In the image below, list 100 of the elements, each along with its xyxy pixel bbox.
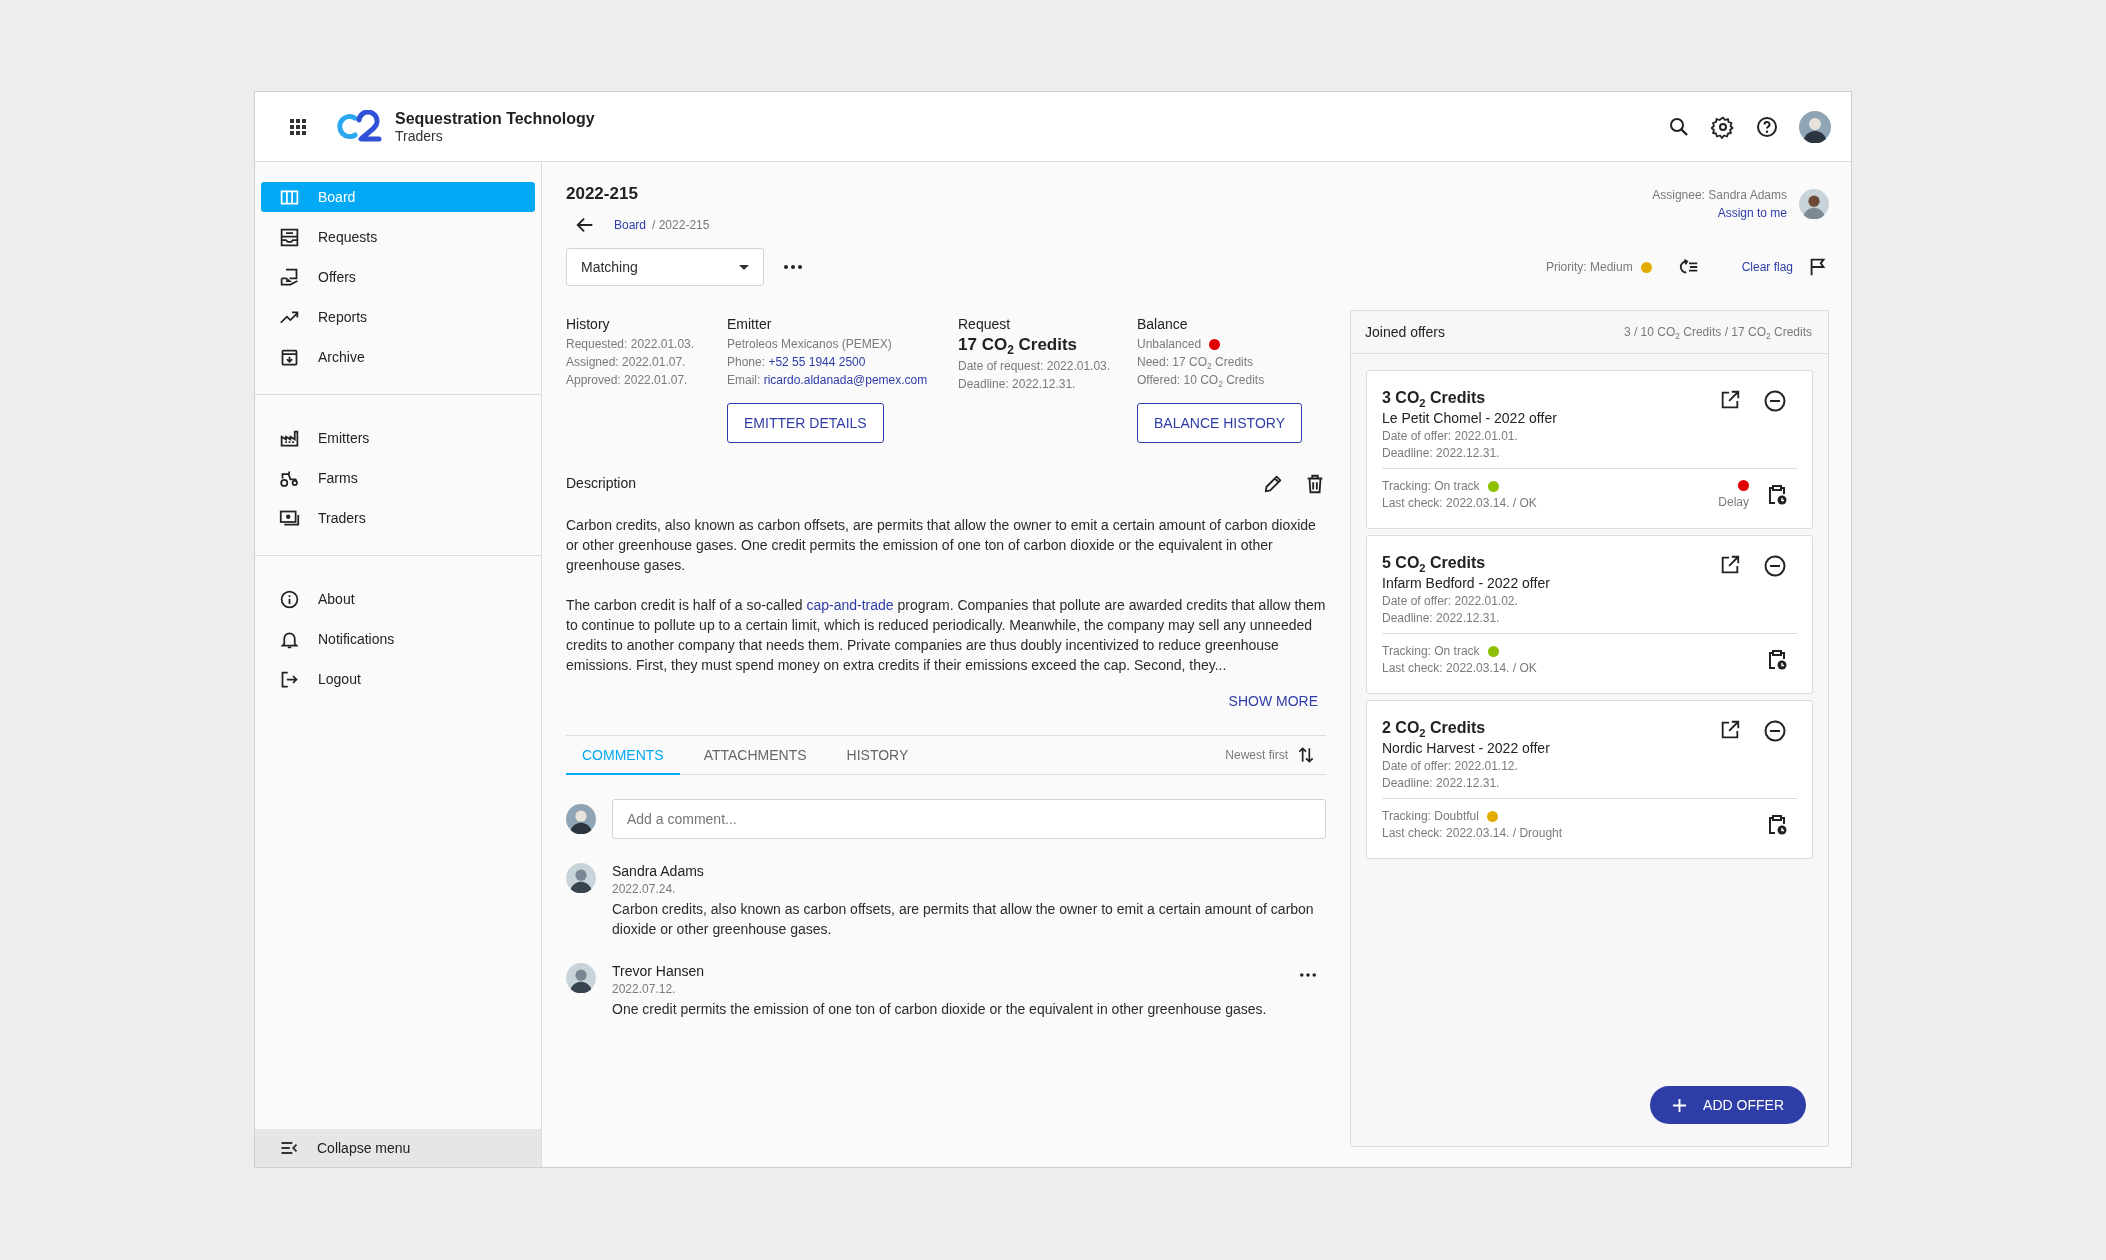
- status-dropdown[interactable]: Matching: [566, 248, 764, 286]
- offer-name: Infarm Bedford - 2022 offer: [1382, 575, 1551, 591]
- nav-item[interactable]: About: [261, 584, 535, 614]
- offer-date: Date of offer: 2022.01.12.: [1382, 759, 1519, 773]
- nav-item[interactable]: Farms: [261, 463, 535, 493]
- cap-and-trade-link[interactable]: cap-and-trade: [806, 597, 894, 613]
- email-link[interactable]: ricardo.aldanada@pemex.com: [763, 373, 928, 387]
- history-line: Approved: 2022.01.07.: [566, 372, 689, 389]
- request-heading: Request: [958, 316, 1012, 332]
- clear-flag-link[interactable]: Clear flag: [1741, 260, 1793, 274]
- breadcrumb-link[interactable]: Board: [614, 218, 647, 232]
- emitter-company: Petroleos Mexicanos (PEMEX): [727, 336, 893, 353]
- nav-item[interactable]: Reports: [261, 302, 535, 332]
- info-icon: [279, 588, 300, 610]
- assignee-label: Assignee: Sandra Adams: [1652, 188, 1787, 202]
- settings-icon[interactable]: [1711, 114, 1735, 139]
- offer-date: Date of offer: 2022.01.01.: [1382, 429, 1519, 443]
- offer-date: Date of offer: 2022.01.02.: [1382, 594, 1519, 608]
- history-line: Requested: 2022.01.03.: [566, 336, 696, 353]
- panel-summary: 3 / 10 CO$_{2}$ Credits / 17 CO$_{2}$ Credits: [1623, 325, 1812, 339]
- history-line: Assigned: 2022.01.07.: [566, 354, 687, 371]
- delay-label: Delay: [1718, 495, 1749, 509]
- request-line: Date of request: 2022.01.03.: [958, 358, 1112, 375]
- logo-icon: [335, 109, 383, 144]
- email-line: Email: ricardo.aldanada@pemex.com: [727, 372, 929, 389]
- last-check: Last check: 2022.03.14. / OK: [1382, 496, 1538, 510]
- phone-link[interactable]: +52 55 1944 2500: [768, 355, 866, 369]
- collapse-menu-button[interactable]: Collapse menu: [255, 1129, 541, 1167]
- offer-deadline: Deadline: 2022.12.31.: [1382, 446, 1501, 460]
- nav-item[interactable]: Logout: [261, 664, 535, 694]
- tray-icon: [279, 226, 300, 248]
- comment-text: One credit permits the emission of one ton of carbon dioxide or the equivalent in other greenhouse gases.: [612, 1000, 1268, 1019]
- comment-author: Sandra Adams: [612, 863, 705, 879]
- balance-line: Offered: 10 CO$_{2}$ Credits: [1137, 372, 1266, 389]
- nav-item[interactable]: Notifications: [261, 624, 535, 654]
- nav-item[interactable]: Requests: [261, 222, 535, 252]
- hand-icon: [279, 266, 300, 288]
- edit-icon[interactable]: [1262, 473, 1284, 495]
- nav-item[interactable]: Emitters: [261, 423, 535, 453]
- open-external-icon[interactable]: [1719, 389, 1741, 411]
- commenter-avatar: [566, 863, 596, 893]
- comment-text: Carbon credits, also known as carbon offsets, are permits that allow the owner to emit a certain amount of carbon dioxide or other greenhouse gases.: [612, 900, 1315, 939]
- sort-label: Newest first: [1225, 748, 1288, 762]
- emitter-details-button[interactable]: EMITTER DETAILS: [727, 403, 884, 443]
- plus-icon: [1672, 1097, 1688, 1113]
- more-icon[interactable]: [784, 265, 802, 269]
- user-avatar: [566, 804, 596, 834]
- open-external-icon[interactable]: [1719, 719, 1741, 741]
- phone-line: Phone: +52 55 1944 2500: [727, 354, 867, 371]
- open-external-icon[interactable]: [1719, 554, 1741, 576]
- remove-icon[interactable]: [1763, 389, 1787, 413]
- tracking-status: Tracking: On track: [1382, 644, 1480, 658]
- offer-deadline: Deadline: 2022.12.31.: [1382, 611, 1501, 625]
- request-amount: 17 CO$_{2}$ Credits: [958, 335, 1079, 355]
- remove-icon[interactable]: [1763, 554, 1787, 578]
- tracking-status: Tracking: Doubtful: [1382, 809, 1479, 823]
- nav-item[interactable]: Offers: [261, 262, 535, 292]
- tracking-status: Tracking: On track: [1382, 479, 1480, 493]
- request-line: Deadline: 2022.12.31.: [958, 376, 1077, 393]
- priority-label: Priority: Medium: [1545, 260, 1633, 274]
- emitter-heading: Emitter: [727, 316, 773, 332]
- breadcrumb-current: / 2022-215: [652, 218, 710, 232]
- balance-heading: Balance: [1137, 316, 1189, 332]
- panel-title: Joined offers: [1365, 324, 1445, 340]
- user-avatar[interactable]: [1799, 110, 1831, 143]
- offer-deadline: Deadline: 2022.12.31.: [1382, 776, 1501, 790]
- ticket-title: 2022-215: [566, 184, 639, 204]
- tab[interactable]: HISTORY: [830, 737, 925, 775]
- show-more-link[interactable]: SHOW MORE: [1228, 693, 1326, 709]
- comment-author: Trevor Hansen: [612, 963, 706, 979]
- offer-name: Le Petit Chomel - 2022 offer: [1382, 410, 1558, 426]
- app-title: Sequestration Technology: [395, 109, 595, 128]
- caret-icon: [739, 264, 749, 270]
- apps-grid-icon[interactable]: [289, 117, 307, 136]
- balance-history-button[interactable]: BALANCE HISTORY: [1137, 403, 1302, 443]
- last-check: Last check: 2022.03.14. / OK: [1382, 661, 1538, 675]
- offer-name: Nordic Harvest - 2022 offer: [1382, 740, 1551, 756]
- assignee-avatar: [1799, 189, 1829, 219]
- remove-icon[interactable]: [1763, 719, 1787, 743]
- comment-date: 2022.07.12.: [612, 982, 677, 996]
- balance-status: Unbalanced: [1137, 336, 1202, 353]
- app-subtitle: Traders: [395, 127, 444, 144]
- help-icon[interactable]: [1755, 114, 1779, 139]
- more-icon[interactable]: [1300, 973, 1316, 977]
- history-heading: History: [566, 316, 611, 332]
- comment-field[interactable]: Add a comment...: [612, 799, 1326, 839]
- offer-credits: 3 CO$_{2}$ Credits: [1382, 389, 1487, 407]
- comment-date: 2022.07.24.: [612, 882, 677, 896]
- description-heading: Description: [566, 474, 637, 491]
- add-offer-button[interactable]: ADD OFFER: [1650, 1086, 1806, 1124]
- tab[interactable]: ATTACHMENTS: [687, 737, 823, 775]
- assign-to-me-link[interactable]: Assign to me: [1717, 206, 1787, 220]
- offer-credits: 5 CO$_{2}$ Credits: [1382, 554, 1487, 572]
- balance-line: Need: 17 CO$_{2}$ Credits: [1137, 354, 1255, 371]
- description-paragraph: Carbon credits, also known as carbon offsets, are permits that allow the owner to emit a certain amount of carbon dioxide or other greenhouse gases. One credit permits the emission of one ton of carbon dioxide or the equivalent in other greenhouse gases.: [566, 516, 1317, 575]
- nav-item[interactable]: Archive: [261, 342, 535, 372]
- nav-item[interactable]: Traders: [261, 503, 535, 533]
- description-paragraph: The carbon credit is half of a so-called cap-and-trade program. Companies that pollute are awarded credits that allow them to continue to pollute up to a certain limit, which is reduced periodically. Meanwhile, the company may sell any unneeded credits to another company that needs them. Private companies are thus doubly incentivized to reduce greenhouse emissions. First, they must spend money on extra credits if their emissions exceed the cap. Second, they...: [566, 596, 1326, 675]
- sort-icon[interactable]: [1296, 745, 1316, 765]
- commenter-avatar: [566, 963, 596, 993]
